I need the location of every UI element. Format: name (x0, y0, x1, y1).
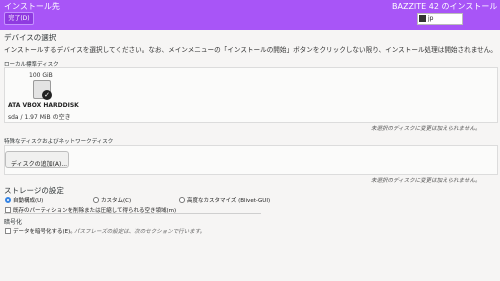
add-disk-button[interactable]: ディスクの追加(A)... (5, 151, 69, 168)
radio-custom-label[interactable]: カスタム(C) (101, 196, 131, 204)
device-selection-description: インストールするデバイスを選択してください。なお、メインメニューの「インストール… (4, 46, 497, 54)
encryption-title: 暗号化 (4, 219, 23, 226)
encryption-hint: パスフレーズの設定は、次のセクションで行います。 (74, 229, 206, 235)
disk-name: ATA VBOX HARDDISK (8, 102, 79, 109)
device-selection-title: デバイスの選択 (4, 33, 57, 42)
local-disks-note: 未選択のディスクに変更は加えられません。 (371, 126, 481, 132)
keyboard-layout-indicator[interactable]: jp (417, 13, 463, 25)
special-disks-panel (4, 145, 498, 175)
disk-size: 100 GiB (29, 72, 53, 79)
radio-advanced-label[interactable]: 高度なカスタマイズ (Blivet-GUI) (187, 196, 270, 204)
keyboard-layout-label: jp (428, 15, 434, 22)
header-bar: インストール先 完了(D) BAZZITE 42 のインストール jp (0, 0, 500, 30)
radio-custom[interactable] (93, 197, 99, 203)
divider (4, 213, 261, 214)
product-title: BAZZITE 42 のインストール (392, 2, 498, 11)
special-disks-note: 未選択のディスクに変更は加えられません。 (371, 178, 481, 184)
radio-auto-label[interactable]: 自動構成(U) (13, 196, 43, 204)
done-button[interactable]: 完了(D) (4, 12, 34, 25)
radio-advanced[interactable] (179, 197, 185, 203)
checkmark-icon: ✓ (42, 90, 52, 100)
radio-auto[interactable] (5, 197, 11, 203)
page-title: インストール先 (4, 2, 60, 11)
keyboard-icon (419, 15, 426, 22)
add-disk-button-label: ディスクの追加(A)... (11, 161, 68, 168)
local-disks-panel (4, 67, 498, 123)
encrypt-label[interactable]: データを暗号化する(E)。 (13, 227, 76, 235)
disk-info: sda / 1.97 MiB の空き (8, 114, 71, 121)
special-disks-title: 特殊なディスクおよびネットワークディスク (4, 139, 114, 145)
encrypt-checkbox[interactable] (5, 228, 11, 234)
storage-config-title: ストレージの設定 (4, 186, 64, 195)
